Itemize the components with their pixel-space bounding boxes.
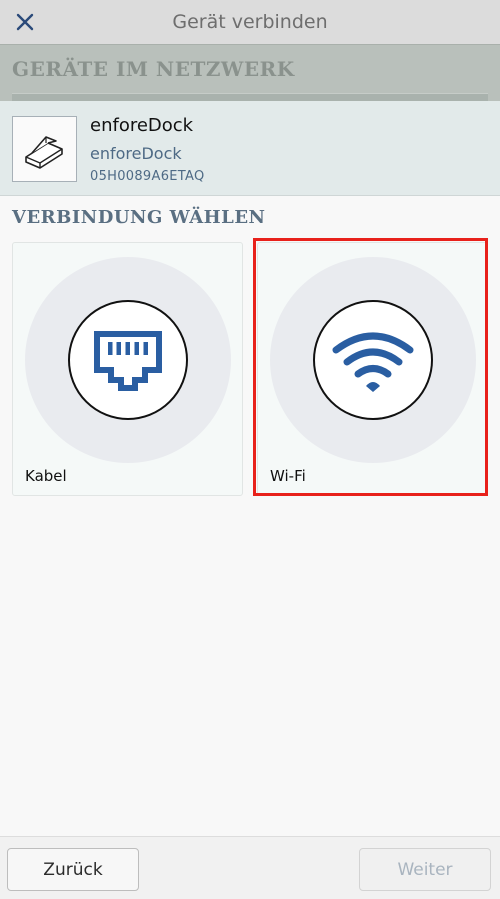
network-section-label: GERÄTE IM NETZWERK [12,57,295,81]
next-button[interactable]: Weiter [359,848,491,891]
device-model: enforeDock [90,144,182,163]
device-serial: 05H0089A6ETAQ [90,169,205,184]
option-label-wifi: Wi-Fi [270,467,306,485]
option-background-circle [25,257,231,463]
network-divider [12,93,488,101]
back-button[interactable]: Zurück [7,848,139,891]
option-icon-circle [313,300,433,420]
network-devices-header: GERÄTE IM NETZWERK [0,44,500,101]
printer-device-icon [24,136,63,169]
close-icon [16,13,34,31]
connection-section-label: VERBINDUNG WÄHLEN [12,207,266,228]
device-thumbnail [12,116,77,182]
page-title: Gerät verbinden [172,11,328,33]
option-label-cable: Kabel [25,467,67,485]
option-background-circle [270,257,476,463]
connection-option-wifi[interactable]: Wi-Fi [257,242,488,496]
option-icon-circle [68,300,188,420]
close-button[interactable] [12,8,38,36]
ethernet-port-icon [94,331,162,391]
bottom-bar: Zurück Weiter [0,836,500,899]
device-row[interactable]: enforeDock enforeDock 05H0089A6ETAQ [0,101,500,196]
device-name: enforeDock [90,115,194,136]
connection-option-cable[interactable]: Kabel [12,242,243,496]
top-bar: Gerät verbinden [0,0,500,44]
wifi-icon [332,332,414,392]
